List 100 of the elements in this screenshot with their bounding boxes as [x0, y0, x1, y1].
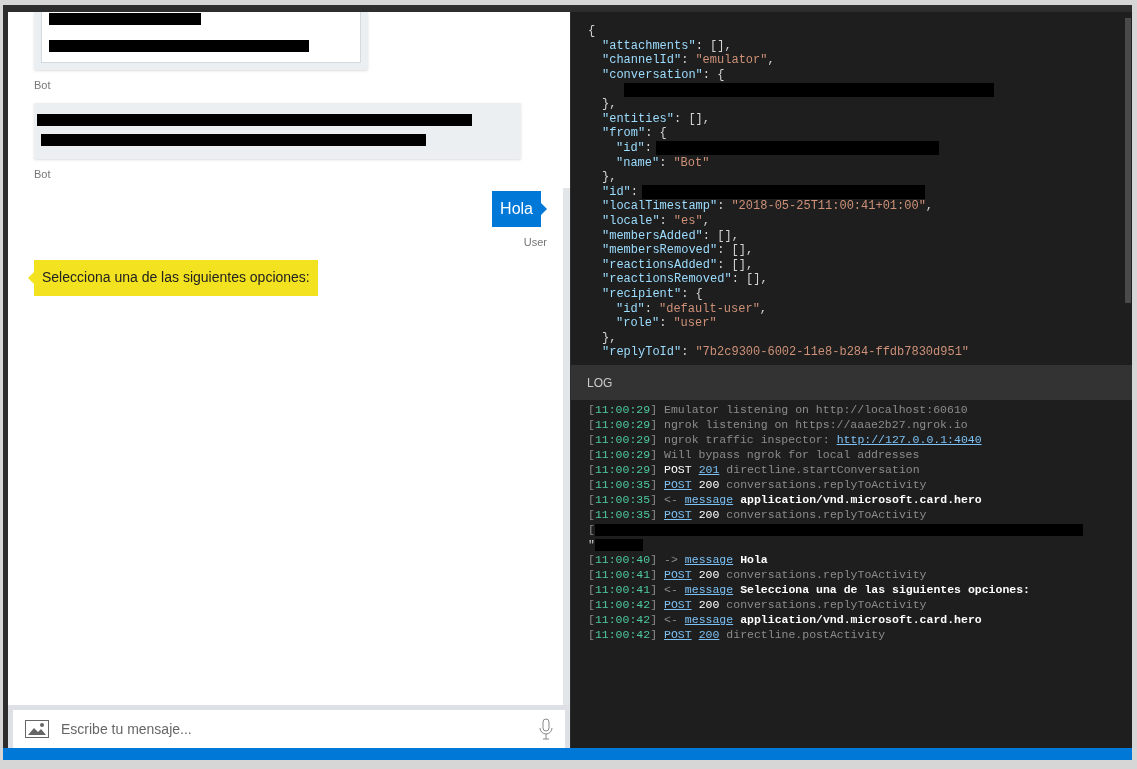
log-bracket: [	[588, 506, 595, 523]
log-text: <-	[664, 611, 678, 628]
message-bubble: Selecciona una de las siguientes opciones:	[34, 259, 318, 296]
log-text: conversations.replyToActivity	[726, 596, 927, 613]
log-text: directline.startConversation	[726, 461, 920, 478]
json-punctuation: : {	[645, 125, 667, 143]
json-punctuation: :	[681, 344, 689, 362]
json-punctuation: :	[659, 315, 667, 333]
log-bracket: [	[588, 401, 595, 418]
log-bracket: ]	[650, 506, 658, 523]
json-punctuation: ,	[759, 300, 768, 318]
log-bracket: [	[588, 521, 595, 538]
log-title: LOG	[587, 374, 613, 392]
json-punctuation: :	[681, 52, 689, 69]
image-icon[interactable]	[25, 720, 49, 738]
log-text: conversations.replyToActivity	[726, 566, 927, 583]
log-text: ngrok traffic inspector:	[664, 431, 830, 448]
log-text: directline.postActivity	[726, 626, 886, 643]
log-timestamp: 11:00:42	[594, 626, 651, 643]
log-timestamp: 11:00:29	[594, 461, 651, 478]
json-punctuation: ,	[702, 213, 710, 230]
json-string: "default-user"	[659, 300, 760, 317]
json-string: "user"	[673, 315, 717, 333]
json-string: "Bot"	[673, 154, 710, 172]
log-bracket: ]	[650, 401, 658, 418]
json-punctuation: : {	[702, 67, 725, 85]
log-text: 200	[698, 596, 720, 613]
log-bracket: [	[588, 491, 595, 508]
log-text: <-	[664, 491, 678, 508]
json-punctuation: : [],	[717, 242, 754, 259]
json-punctuation: : [],	[731, 271, 768, 289]
json-punctuation: :	[644, 300, 652, 317]
log-text: 200	[698, 476, 720, 493]
log-text: conversations.replyToActivity	[726, 476, 927, 493]
log-timestamp: 11:00:40	[594, 551, 651, 568]
log-text: Will bypass ngrok for local addresses	[664, 446, 920, 463]
log-bracket: [	[588, 446, 595, 463]
log-text: <-	[664, 581, 678, 598]
log-text: Selecciona una de las siguientes opciones:	[740, 581, 1030, 598]
log-text: conversations.replyToActivity	[726, 506, 927, 523]
log-text: 200	[698, 506, 720, 523]
json-punctuation: ,	[767, 52, 775, 70]
log-text: Hola	[740, 551, 768, 568]
log-timestamp: 11:00:35	[594, 476, 651, 493]
json-punctuation: },	[602, 329, 617, 346]
redaction-bar	[594, 538, 643, 551]
log-bracket: [	[588, 581, 595, 598]
json-punctuation: :	[630, 183, 638, 200]
log-bracket: [	[588, 431, 595, 448]
log-text: application/vnd.microsoft.card.hero	[740, 611, 982, 628]
log-bracket: [	[588, 566, 595, 583]
log-bracket: ]	[650, 596, 658, 613]
log-bracket: ]	[650, 611, 658, 628]
json-punctuation: : [],	[674, 110, 711, 128]
log-timestamp: 11:00:41	[594, 581, 651, 598]
log-bracket: [	[588, 551, 595, 568]
message-input-field[interactable]: Escribe tu mensaje...	[61, 718, 527, 740]
json-punctuation: : [],	[695, 37, 732, 54]
log-bracket: [	[588, 416, 595, 433]
microphone-icon[interactable]	[539, 718, 553, 740]
message-bubble: Hola	[492, 191, 541, 227]
message-composer[interactable]: Escribe tu mensaje...	[13, 710, 565, 748]
log-bracket: ]	[650, 551, 658, 568]
log-timestamp: 11:00:29	[594, 401, 651, 418]
log-timestamp: 11:00:29	[594, 431, 651, 448]
scrollbar-thumb[interactable]	[1125, 18, 1131, 303]
log-timestamp: 11:00:35	[594, 506, 651, 523]
log-bracket: ]	[650, 581, 658, 598]
json-key: "replyToId"	[602, 343, 682, 362]
log-bracket: [	[588, 476, 595, 493]
json-punctuation: ,	[925, 198, 934, 216]
json-punctuation: :	[659, 154, 667, 172]
log-timestamp: 11:00:41	[594, 566, 651, 583]
json-punctuation: : [],	[702, 227, 739, 244]
log-bracket: [	[588, 611, 595, 628]
sender-label: Bot	[33, 166, 51, 182]
log-text: 200	[698, 566, 720, 583]
log-bracket: ]	[650, 566, 658, 583]
json-string: "7b2c9300-6002-11e8-b284-ffdb7830d951"	[695, 344, 970, 362]
log-text: application/vnd.microsoft.card.hero	[740, 491, 982, 508]
log-timestamp: 11:00:29	[594, 416, 651, 433]
log-bracket: ]	[650, 491, 658, 508]
log-bracket: [	[588, 596, 595, 613]
json-punctuation: : {	[681, 286, 703, 303]
log-quote: "	[588, 536, 595, 553]
log-bracket: ]	[650, 446, 658, 463]
log-link[interactable]: http://127.0.0.1:4040	[836, 430, 982, 449]
log-bracket: ]	[650, 431, 658, 448]
log-bracket: ]	[650, 416, 658, 433]
log-timestamp: 11:00:42	[594, 596, 651, 613]
json-punctuation: :	[717, 198, 725, 216]
scrollbar-thumb[interactable]	[563, 188, 570, 705]
sender-label: User	[523, 235, 547, 250]
log-bracket: [	[588, 626, 595, 643]
log-text: Emulator listening on http://localhost:60610	[664, 401, 968, 418]
log-timestamp: 11:00:42	[594, 611, 651, 628]
log-link[interactable]: 201	[698, 460, 720, 479]
json-string: "2018-05-25T11:00:41+01:00"	[731, 198, 926, 216]
log-text: ngrok listening on https://aaae2b27.ngrok.io	[664, 416, 968, 433]
log-timestamp: 11:00:29	[594, 446, 651, 463]
